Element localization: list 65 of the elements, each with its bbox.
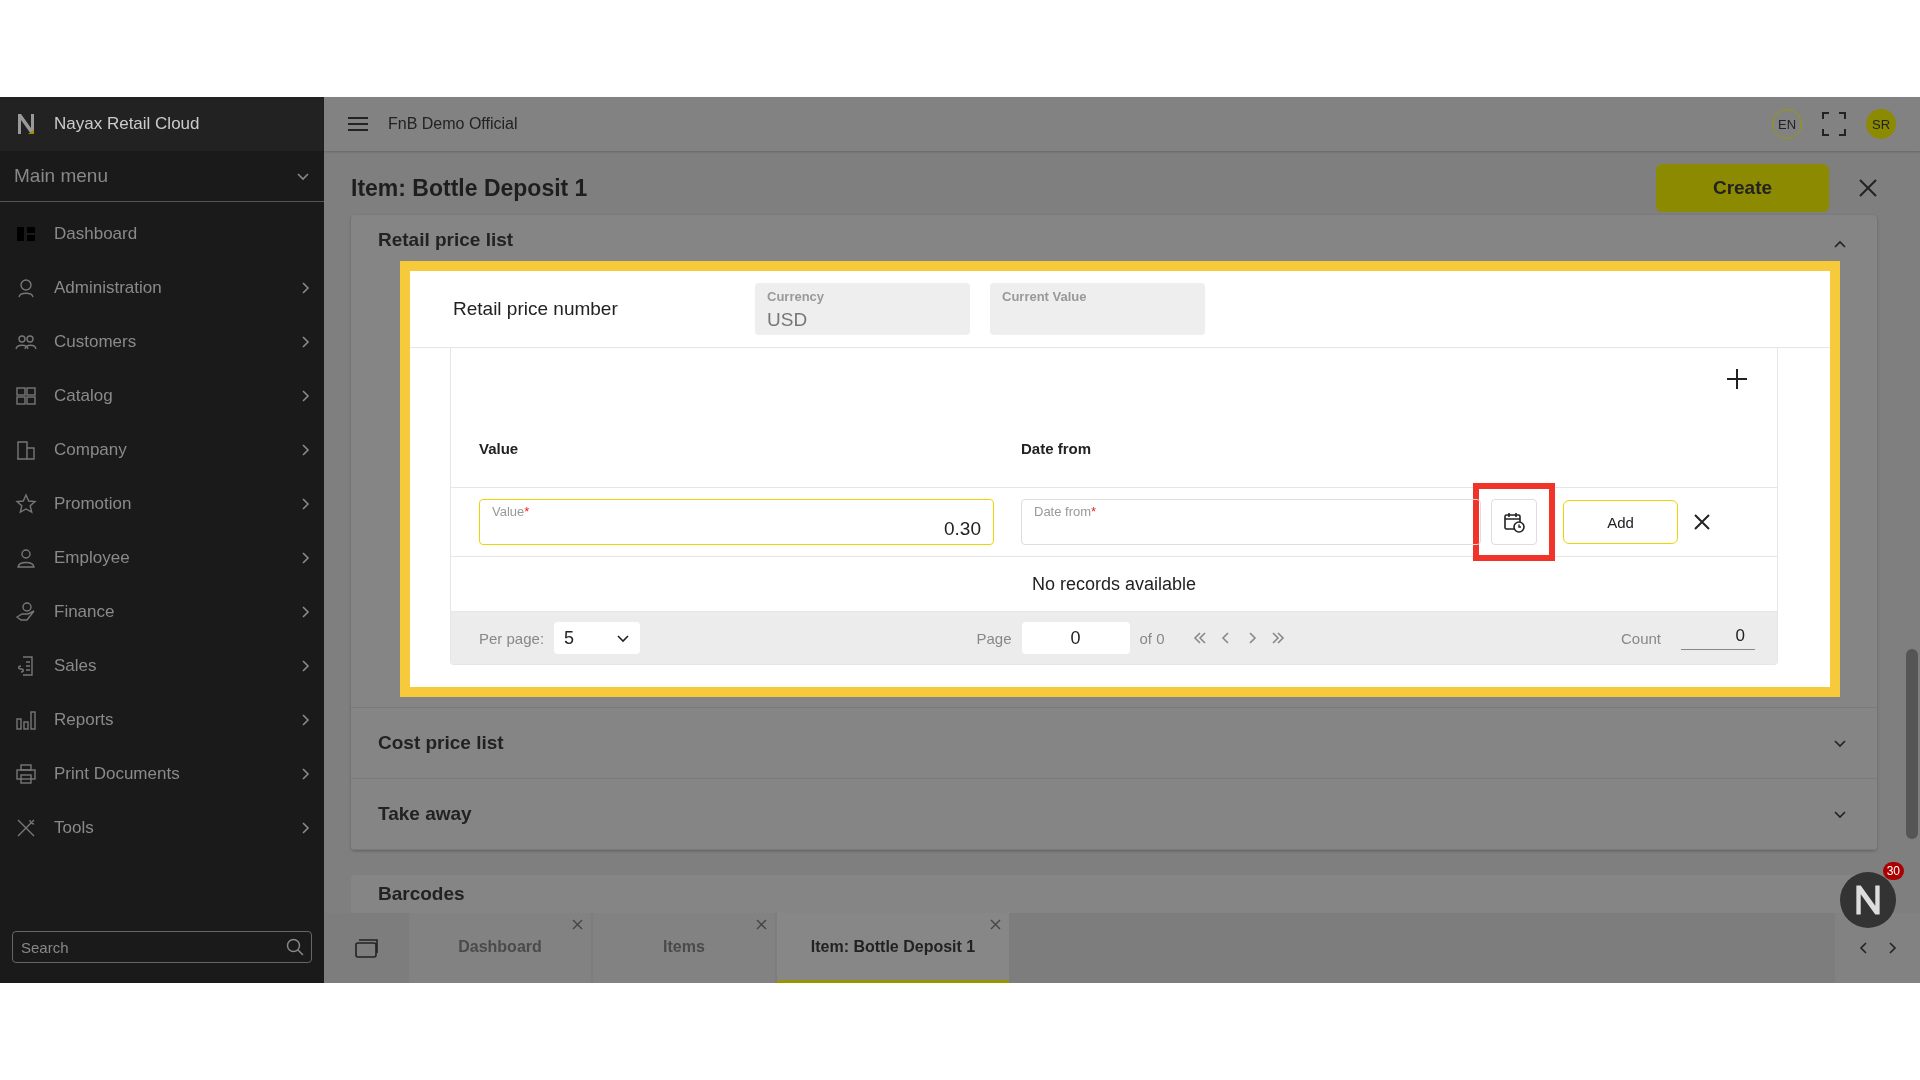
- fullscreen-icon[interactable]: [1822, 112, 1846, 136]
- hand-coin-icon: [15, 601, 37, 623]
- building-icon: [15, 439, 37, 461]
- sidebar-item[interactable]: Tools: [0, 801, 324, 855]
- page-title: Item: Bottle Deposit 1: [351, 174, 589, 202]
- column-header: Date from: [1021, 440, 1091, 457]
- sidebar-item[interactable]: Promotion: [0, 477, 324, 531]
- printer-icon: [15, 763, 37, 785]
- company-name: FnB Demo Official: [388, 115, 518, 133]
- calendar-clock-icon: [1503, 511, 1525, 533]
- sidebar-item[interactable]: Dashboard: [0, 207, 324, 261]
- readonly-field: Current Value: [990, 283, 1205, 335]
- column-header: Value: [479, 440, 520, 457]
- logo-icon: [16, 113, 36, 135]
- page-label: Page: [976, 629, 1012, 647]
- date-from-field[interactable]: Date from*: [1021, 499, 1481, 545]
- tools-icon: [15, 817, 37, 839]
- close-icon: [1694, 514, 1710, 530]
- bottom-tab[interactable]: Item: Bottle Deposit 1: [777, 913, 1009, 983]
- add-button[interactable]: Add: [1563, 500, 1678, 544]
- star-icon: [15, 493, 37, 515]
- count-value: 0: [1681, 626, 1755, 650]
- close-icon[interactable]: [572, 919, 583, 930]
- last-page-button[interactable]: [1270, 631, 1285, 645]
- section-header[interactable]: Take away: [351, 779, 1877, 849]
- scrollbar-thumb[interactable]: [1906, 649, 1918, 839]
- notification-badge: 30: [1882, 862, 1904, 880]
- count-label: Count: [1620, 629, 1661, 647]
- close-icon[interactable]: [990, 919, 1001, 930]
- sidebar-item[interactable]: Employee: [0, 531, 324, 585]
- section-header[interactable]: Cost price list: [351, 708, 1877, 778]
- page-field[interactable]: 0: [1021, 622, 1130, 654]
- retail-price-label: Retail price number: [453, 298, 619, 320]
- page-total: of 0: [1139, 629, 1165, 647]
- sidebar-item[interactable]: Sales: [0, 639, 324, 693]
- menu-icon[interactable]: [348, 116, 368, 132]
- sidebar-item[interactable]: Catalog: [0, 369, 324, 423]
- double-chevron-left-icon: [1192, 631, 1207, 645]
- search-icon[interactable]: [286, 938, 304, 956]
- plus-icon[interactable]: [1727, 369, 1747, 389]
- windows-icon[interactable]: [354, 938, 379, 958]
- readonly-field: Currency USD: [755, 283, 970, 335]
- sidebar-item[interactable]: Company: [0, 423, 324, 477]
- per-page-label: Per page:: [479, 629, 545, 647]
- section-header[interactable]: Retail price list: [351, 215, 1877, 251]
- bar-chart-icon: [15, 709, 37, 731]
- first-page-button[interactable]: [1192, 631, 1207, 645]
- brand-name: Nayax Retail Cloud: [54, 114, 200, 134]
- logo-icon: [1853, 884, 1883, 916]
- close-icon[interactable]: [1859, 179, 1877, 197]
- sidebar-item[interactable]: Customers: [0, 315, 324, 369]
- search-field[interactable]: Search: [12, 931, 312, 963]
- value-field[interactable]: Value* 0.30: [479, 499, 994, 545]
- sidebar-item[interactable]: Print Documents: [0, 747, 324, 801]
- sidebar-item[interactable]: Administration: [0, 261, 324, 315]
- calendar-button[interactable]: [1491, 499, 1537, 545]
- per-page-dropdown[interactable]: 5: [554, 622, 641, 654]
- sidebar-item[interactable]: Finance: [0, 585, 324, 639]
- grid-icon: [15, 385, 37, 407]
- user-avatar[interactable]: SR: [1866, 109, 1896, 139]
- create-button[interactable]: Create: [1656, 164, 1829, 212]
- sidebar-item[interactable]: Reports: [0, 693, 324, 747]
- double-chevron-right-icon: [1270, 631, 1285, 645]
- person-icon: [15, 547, 37, 569]
- close-icon[interactable]: [756, 919, 767, 930]
